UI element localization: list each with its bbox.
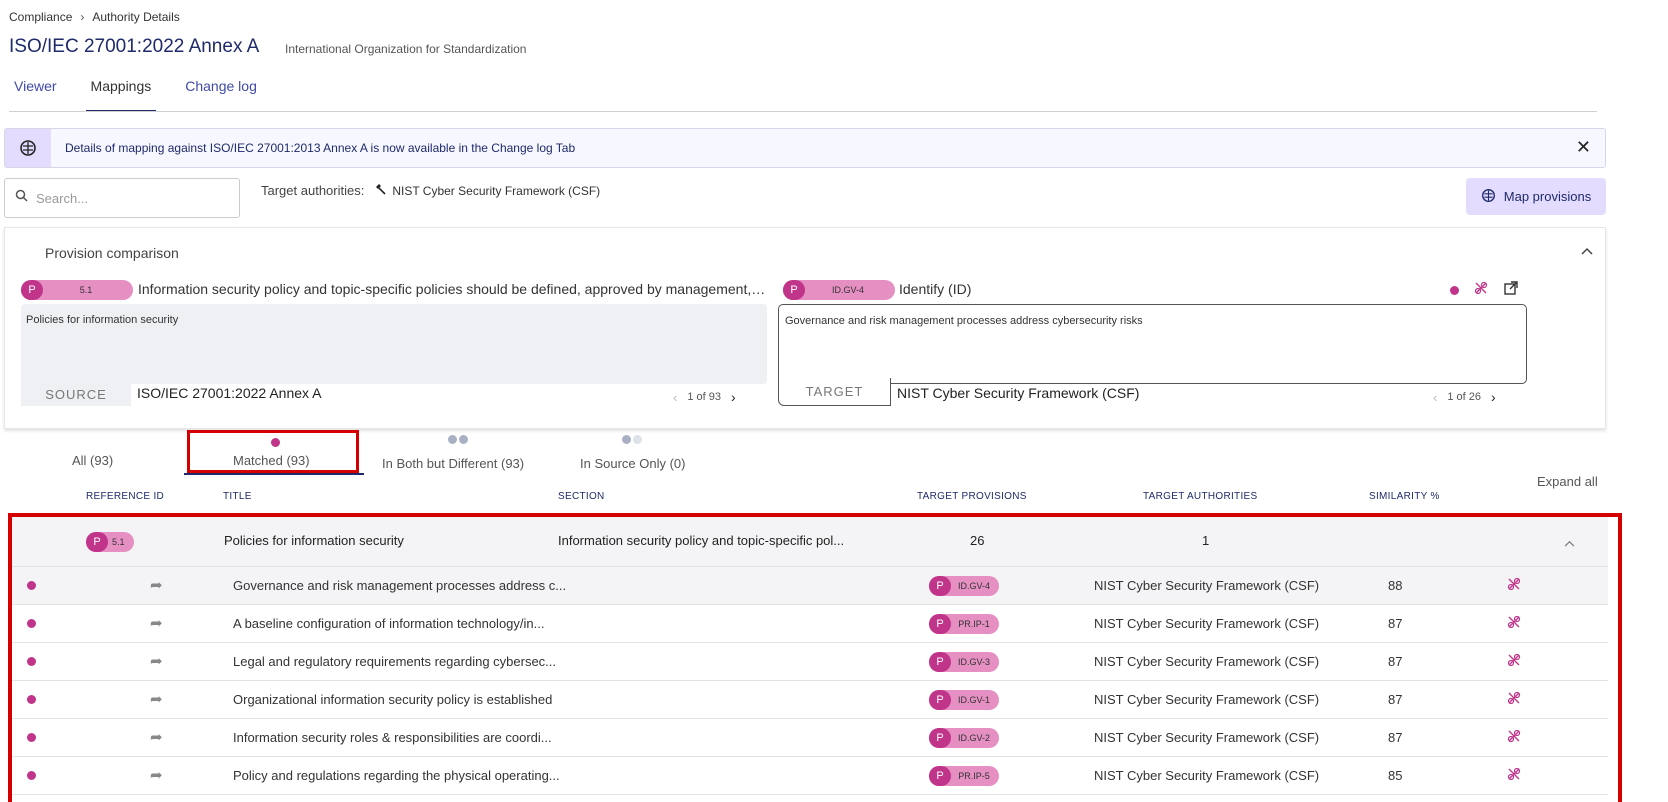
provision-type-badge: P — [21, 280, 43, 300]
chevron-right-icon: › — [80, 10, 85, 24]
active-tab-underline — [184, 473, 364, 475]
tabs-divider — [9, 111, 1597, 112]
target-authorities-label: Target authorities: — [261, 183, 365, 198]
target-actions — [1450, 280, 1519, 301]
search-icon — [15, 189, 28, 207]
target-authority-chip[interactable]: NIST Cyber Security Framework (CSF) — [374, 183, 600, 198]
column-similarity[interactable]: SIMILARITY % — [1369, 491, 1440, 502]
info-banner: Details of mapping against ISO/IEC 27001… — [4, 128, 1606, 168]
breadcrumb: Compliance › Authority Details — [9, 10, 180, 24]
target-text: Governance and risk management processes… — [778, 304, 1527, 384]
filter-tab-source-only-label: In Source Only (0) — [580, 456, 686, 471]
close-icon[interactable]: ✕ — [1576, 137, 1591, 158]
source-provision-badge: P 5.1 — [21, 280, 133, 300]
brain-icon — [1481, 188, 1496, 206]
comparison-title: Provision comparison — [45, 245, 179, 261]
filter-tab-in-both-label: In Both but Different (93) — [382, 456, 525, 471]
tab-bar: Viewer Mappings Change log — [9, 78, 286, 112]
target-ref-id: ID.GV-4 — [831, 285, 864, 295]
column-section[interactable]: SECTION — [558, 491, 605, 502]
banner-middle: is now available in the — [367, 141, 492, 155]
chevron-right-icon[interactable]: › — [1491, 389, 1496, 405]
column-reference-id[interactable]: REFERENCE ID — [86, 491, 164, 502]
banner-suffix: Tab — [552, 141, 576, 155]
target-heading: Identify (ID) — [899, 281, 972, 297]
page-title: ISO/IEC 27001:2022 Annex A — [9, 36, 260, 57]
status-dots-icon — [622, 435, 642, 444]
search-box — [4, 178, 240, 218]
table-highlight-box — [8, 513, 1622, 802]
target-authorities: Target authorities: NIST Cyber Security … — [261, 183, 600, 198]
source-heading: Information security policy and topic-sp… — [138, 281, 768, 297]
filter-tab-in-both-different[interactable]: In Both but Different (93) — [382, 435, 524, 471]
chevron-up-icon[interactable] — [1581, 242, 1593, 258]
column-title[interactable]: TITLE — [223, 491, 252, 502]
chevron-left-icon[interactable]: ‹ — [1433, 390, 1437, 405]
breadcrumb-current: Authority Details — [92, 10, 180, 24]
target-label: TARGET — [778, 378, 891, 406]
banner-message: Details of mapping against ISO/IEC 27001… — [65, 141, 575, 155]
matched-tab-highlight — [187, 430, 359, 473]
status-dot-icon — [1450, 286, 1459, 295]
source-pager-text: 1 of 93 — [687, 391, 721, 403]
target-provision-badge: P ID.GV-4 — [783, 280, 895, 300]
filter-tab-all[interactable]: All (93) — [72, 453, 113, 468]
banner-change-log-link[interactable]: Change log — [491, 141, 552, 155]
tab-viewer[interactable]: Viewer — [9, 78, 62, 112]
search-input[interactable] — [36, 190, 216, 206]
source-label: SOURCE — [21, 382, 131, 406]
table-header: REFERENCE ID TITLE SECTION TARGET PROVIS… — [7, 487, 1607, 507]
brain-icon — [5, 129, 51, 167]
banner-prefix: Details of mapping against — [65, 141, 210, 155]
column-target-authorities[interactable]: TARGET AUTHORITIES — [1143, 491, 1258, 502]
filter-tab-all-label: All (93) — [72, 453, 114, 468]
source-ref-id: 5.1 — [79, 285, 93, 295]
breadcrumb-root[interactable]: Compliance — [9, 10, 72, 24]
unlink-icon[interactable] — [1473, 280, 1489, 301]
external-link-icon[interactable] — [1503, 280, 1519, 301]
filter-tab-source-only[interactable]: In Source Only (0) — [580, 435, 686, 471]
source-authority: ISO/IEC 27001:2022 Annex A — [137, 385, 322, 401]
target-authority-value: NIST Cyber Security Framework (CSF) — [392, 183, 601, 198]
chevron-left-icon[interactable]: ‹ — [673, 390, 677, 405]
tab-mappings[interactable]: Mappings — [85, 78, 157, 112]
banner-authority: ISO/IEC 27001:2013 Annex A — [209, 141, 368, 155]
provision-comparison-panel: Provision comparison P 5.1 Information s… — [4, 227, 1606, 429]
tab-change-log[interactable]: Change log — [180, 78, 262, 112]
target-authority: NIST Cyber Security Framework (CSF) — [897, 385, 1140, 401]
target-pager-text: 1 of 26 — [1447, 391, 1481, 403]
provision-type-badge: P — [783, 280, 805, 300]
status-dots-icon — [448, 435, 468, 444]
map-provisions-button[interactable]: Map provisions — [1466, 178, 1606, 215]
map-provisions-label: Map provisions — [1503, 189, 1592, 204]
chevron-right-icon[interactable]: › — [731, 389, 736, 405]
column-target-provisions[interactable]: TARGET PROVISIONS — [917, 491, 1027, 502]
source-text: Policies for information security — [21, 304, 767, 384]
target-pager: ‹ 1 of 26 › — [1433, 389, 1496, 405]
gavel-icon — [374, 183, 386, 198]
page-subtitle: International Organization for Standardi… — [285, 42, 527, 56]
source-pager: ‹ 1 of 93 › — [673, 389, 736, 405]
